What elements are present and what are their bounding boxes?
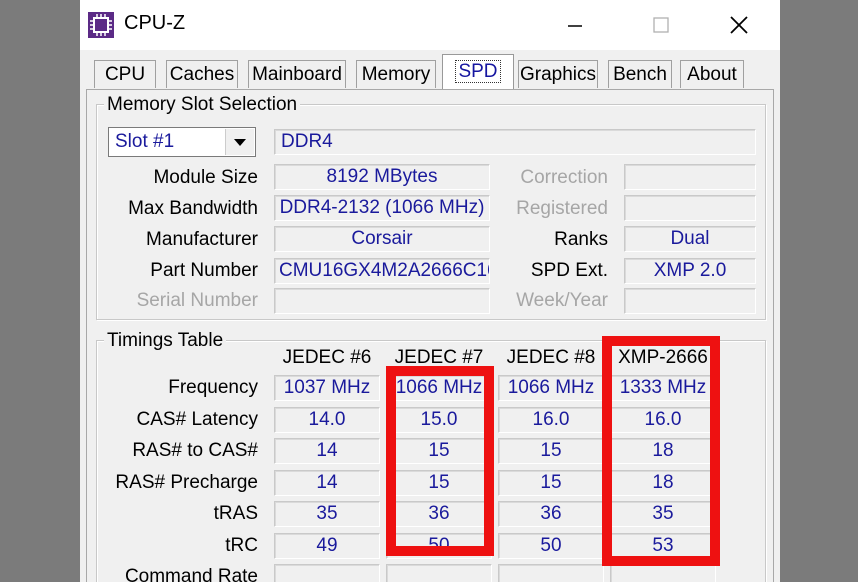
timings-cell — [386, 564, 492, 582]
tab-bench[interactable]: Bench — [608, 60, 672, 88]
timings-cell: 36 — [498, 501, 604, 527]
module-size-label: Module Size — [153, 167, 258, 188]
timings-cell: 50 — [498, 533, 604, 559]
timings-cell — [498, 564, 604, 582]
timings-cell: 14 — [274, 470, 380, 496]
spd-ext-field: XMP 2.0 — [624, 258, 756, 284]
module-size-field: 8192 MBytes — [274, 164, 490, 190]
timings-row-label: RAS# Precharge — [115, 472, 258, 493]
timings-row-label: CAS# Latency — [136, 409, 258, 430]
tab-graphics[interactable]: Graphics — [518, 60, 598, 88]
registered-field — [624, 195, 756, 221]
timings-cell — [610, 564, 716, 582]
window-title: CPU-Z — [124, 12, 186, 34]
chevron-down-icon[interactable] — [225, 129, 254, 155]
timings-row-label: tRC — [225, 535, 258, 556]
tab-caches[interactable]: Caches — [166, 60, 238, 88]
timings-cell: 15 — [498, 470, 604, 496]
tab-about[interactable]: About — [680, 60, 744, 88]
max-bandwidth-field: DDR4-2132 (1066 MHz) — [274, 195, 490, 221]
correction-label: Correction — [520, 167, 608, 188]
timings-row-label: Command Rate — [124, 566, 258, 582]
background-left — [0, 0, 80, 582]
max-bandwidth-label: Max Bandwidth — [128, 198, 258, 219]
serial-number-field — [274, 288, 490, 314]
spd-ext-label: SPD Ext. — [530, 260, 608, 281]
tab-spd[interactable]: SPD — [442, 54, 514, 90]
close-icon[interactable] — [718, 8, 760, 42]
memory-type-field: DDR4 — [274, 129, 756, 155]
highlight-jedec7 — [386, 366, 494, 556]
registered-label: Registered — [516, 198, 608, 219]
week-year-label: Week/Year — [516, 290, 608, 311]
timings-cell: 15 — [498, 438, 604, 464]
slot-dropdown[interactable]: Slot #1 — [108, 127, 256, 157]
manufacturer-field: Corsair — [274, 226, 490, 252]
timings-cell: 49 — [274, 533, 380, 559]
title-bar[interactable]: CPU-Z — [80, 0, 780, 50]
timings-row-label: RAS# to CAS# — [132, 440, 258, 461]
timings-cell: 16.0 — [498, 407, 604, 433]
timings-column-header: JEDEC #8 — [506, 347, 596, 368]
ranks-field: Dual — [624, 226, 756, 252]
memory-slot-legend: Memory Slot Selection — [104, 94, 301, 116]
minimize-icon[interactable] — [554, 8, 596, 42]
slot-dropdown-value: Slot #1 — [115, 131, 175, 152]
maximize-icon[interactable] — [640, 8, 682, 42]
tab-mainboard[interactable]: Mainboard — [248, 60, 346, 88]
cpuz-window: CPU-Z CPU Caches Mainboard Memory SPD Gr… — [80, 0, 780, 582]
week-year-field — [624, 288, 756, 314]
timings-row-label: tRAS — [213, 503, 258, 524]
tab-cpu[interactable]: CPU — [94, 60, 156, 88]
timings-column-header: JEDEC #6 — [282, 347, 372, 368]
ranks-label: Ranks — [554, 229, 608, 250]
timings-cell: 14.0 — [274, 407, 380, 433]
tab-memory[interactable]: Memory — [356, 60, 436, 88]
background-right — [780, 0, 858, 582]
timings-cell — [274, 564, 380, 582]
highlight-xmp — [602, 336, 720, 566]
part-number-field: CMU16GX4M2A2666C16 — [274, 258, 490, 284]
part-number-label: Part Number — [150, 260, 258, 281]
timings-cell: 35 — [274, 501, 380, 527]
timings-cell: 1066 MHz — [498, 375, 604, 401]
correction-field — [624, 164, 756, 190]
manufacturer-label: Manufacturer — [146, 229, 258, 250]
serial-number-label: Serial Number — [136, 290, 258, 311]
timings-cell: 14 — [274, 438, 380, 464]
timings-row-label: Frequency — [168, 377, 258, 398]
cpuz-app-icon — [88, 12, 114, 38]
timings-cell: 1037 MHz — [274, 375, 380, 401]
timings-legend: Timings Table — [104, 330, 227, 352]
